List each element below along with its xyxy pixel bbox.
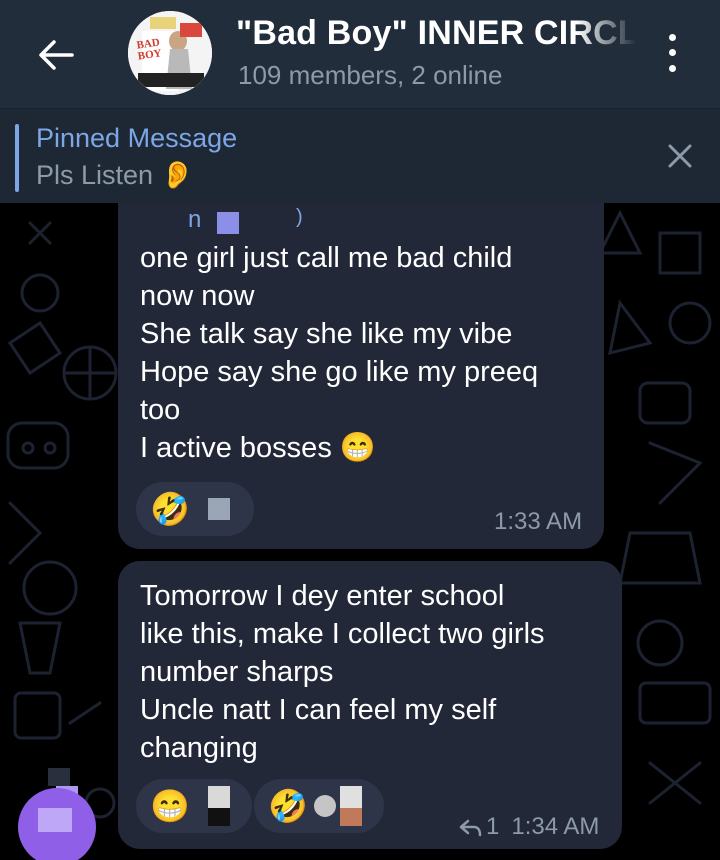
pinned-title: Pinned Message [36,123,238,153]
close-pinned-button[interactable] [662,138,698,174]
chat-title: "Bad Boy" INNER CIRCLE [236,14,636,52]
more-vertical-icon-dot [668,34,676,42]
pinned-accent-bar [15,124,19,192]
reaction-chip[interactable]: 🤣 [254,779,384,833]
message-bubble[interactable]: n ) one girl just call me bad child now … [118,203,604,549]
reply-info[interactable]: 1 1:34 AM [458,813,599,841]
message-time: 1:33 AM [494,508,583,535]
back-button[interactable] [34,33,78,77]
message-text: one girl just call me bad child now now … [140,242,539,464]
message-bubble[interactable]: Tomorrow I dey enter school like this, m… [118,561,622,849]
reply-count: 1 [486,813,500,840]
reactor-avatar [313,795,336,817]
avatar-pixel [48,768,70,786]
reaction-chip[interactable]: 🤣 [136,482,254,536]
sender-avatar[interactable] [18,768,98,860]
more-vertical-icon-dot [668,49,676,57]
more-vertical-icon-dot [668,64,676,72]
chat-subtitle: 109 members, 2 online [238,60,503,90]
rofl-emoji: 🤣 [150,491,190,527]
more-menu-button[interactable] [654,30,690,76]
pinned-message-bar[interactable]: Pinned Message Pls Listen 👂 [0,108,720,203]
avatar-logo-text: BAD BOY [135,36,163,63]
pinned-text: Pls Listen 👂 [36,160,195,190]
sender-name-suffix: ) [296,206,303,228]
close-icon [668,144,692,168]
grin-emoji: 😁 [150,788,190,824]
reaction-chip[interactable]: 😁 [136,779,252,833]
reactor-avatar [207,498,230,520]
message-time: 1:34 AM [511,813,600,840]
arrow-left-icon [39,40,74,70]
avatar-pixel [38,808,72,832]
reactor-avatar [207,786,230,826]
group-avatar[interactable]: BAD BOY [128,11,212,95]
rofl-emoji: 🤣 [268,788,308,824]
reactor-avatar [339,786,362,826]
reply-arrow-icon [459,819,482,837]
message-text: Tomorrow I dey enter school like this, m… [140,580,545,764]
sender-name-redaction [217,212,239,234]
chat-header: BAD BOY "Bad Boy" INNER CIRCLE 109 membe… [0,0,720,108]
sender-name: n [188,206,202,233]
chat-background: n ) one girl just call me bad child now … [0,203,720,860]
